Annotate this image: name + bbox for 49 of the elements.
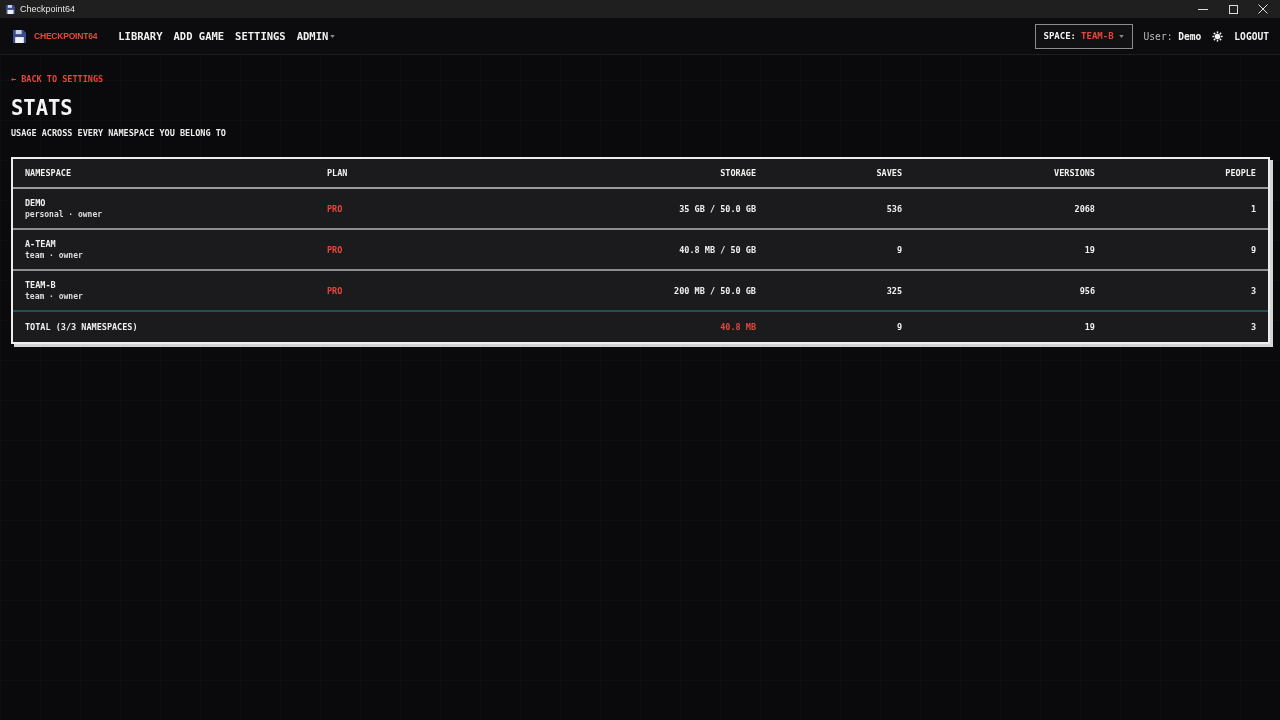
column-header: PEOPLE (1225, 167, 1256, 179)
namespace-role: team · owner (25, 290, 83, 303)
column-header: STORAGE (720, 167, 756, 179)
column-header: SAVES (876, 167, 902, 179)
nav-link[interactable]: ADD GAME (173, 30, 225, 42)
nav-link[interactable]: ADMIN (296, 30, 336, 42)
plan-label: PRO (327, 243, 343, 256)
versions-count: 19 (1084, 243, 1095, 256)
column-header: VERSIONS (1054, 167, 1095, 179)
saves-count: 536 (886, 202, 902, 215)
plan-label: PRO (327, 284, 343, 297)
brand-name[interactable]: CHECKPOINT64 (34, 31, 98, 41)
window-title: Checkpoint64 (20, 4, 76, 14)
people-count: 1 (1250, 202, 1256, 215)
namespace-name: TEAM-B (25, 278, 56, 291)
storage-value: 35 GB / 50.0 GB (679, 202, 756, 215)
total-label: TOTAL (3/3 NAMESPACES) (25, 321, 138, 333)
versions-count: 956 (1079, 284, 1095, 297)
space-selector[interactable]: SPACE: TEAM-B (1034, 23, 1133, 49)
namespace-role: team · owner (25, 249, 83, 262)
people-total: 3 (1250, 321, 1256, 333)
people-count: 3 (1250, 284, 1256, 297)
page-subtitle: USAGE ACROSS EVERY NAMESPACE YOU BELONG TO (11, 127, 226, 139)
logout-button[interactable]: LOGOUT (1234, 30, 1269, 42)
column-header: NAMESPACE (25, 167, 72, 179)
sun-icon[interactable] (1212, 30, 1224, 42)
versions-total: 19 (1084, 321, 1095, 333)
close-icon[interactable] (1258, 4, 1268, 14)
namespace-name: DEMO (25, 196, 46, 209)
back-link[interactable]: ← BACK TO SETTINGS (11, 74, 104, 84)
nav-link[interactable]: LIBRARY (118, 30, 163, 42)
page-title: STATS (11, 96, 73, 120)
storage-value: 40.8 MB / 50 GB (679, 243, 756, 256)
nav-link[interactable]: SETTINGS (235, 30, 286, 42)
versions-count: 2068 (1074, 202, 1095, 215)
user-info: User: Demo (1143, 30, 1202, 42)
maximize-icon[interactable] (1228, 4, 1238, 14)
people-count: 9 (1250, 243, 1256, 256)
saves-count: 9 (896, 243, 902, 256)
saves-total: 9 (896, 321, 902, 333)
storage-value: 200 MB / 50.0 GB (674, 284, 756, 297)
caret-icon (1118, 34, 1124, 38)
minimize-icon[interactable] (1198, 8, 1208, 10)
saves-count: 325 (886, 284, 902, 297)
namespace-name: A-TEAM (25, 237, 56, 250)
namespace-role: personal · owner (25, 208, 103, 221)
storage-total: 40.8 MB (720, 321, 756, 333)
column-header: PLAN (327, 167, 348, 179)
plan-label: PRO (327, 202, 343, 215)
